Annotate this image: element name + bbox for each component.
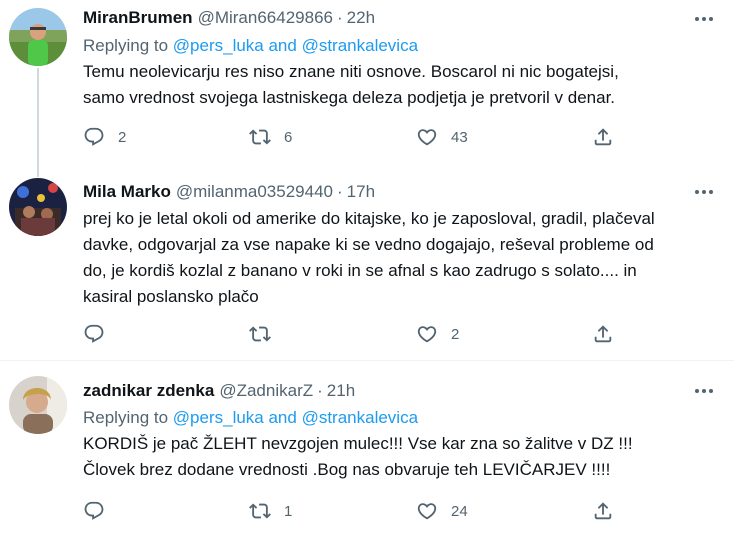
share-icon <box>592 323 614 345</box>
more-icon[interactable] <box>692 9 716 29</box>
reply-icon <box>83 323 105 345</box>
mention-link[interactable]: @strankalevica <box>302 36 418 55</box>
tweet-header: zadnikar zdenka @ZadnikarZ · 21h <box>83 380 355 402</box>
more-icon[interactable] <box>692 381 716 401</box>
like-button[interactable]: 43 <box>416 126 468 148</box>
retweet-count: 6 <box>284 128 293 146</box>
thread-line <box>37 68 39 163</box>
tweet-text-line: prej ko je letal okoli od amerike do kit… <box>83 209 655 228</box>
share-icon <box>592 500 614 522</box>
reply-icon <box>83 500 105 522</box>
replying-to-label: Replying to <box>83 408 173 427</box>
thread-line <box>37 163 39 177</box>
separator-dot: · <box>336 8 343 27</box>
retweet-icon <box>249 500 271 522</box>
like-button[interactable]: 2 <box>416 323 459 345</box>
timestamp[interactable]: 22h <box>347 7 375 29</box>
like-icon <box>416 126 438 148</box>
tweet-text: KORDIŠ je pač ŽLEHT nevzgojen mulec!!! V… <box>83 431 683 483</box>
tweet-header: MiranBrumen @Miran66429866 · 22h <box>83 7 375 29</box>
like-count: 2 <box>451 325 460 343</box>
like-count: 43 <box>451 128 468 146</box>
tweet-text-line: samo vrednost svojega lastniskega deleza… <box>83 88 616 107</box>
avatar[interactable] <box>9 178 67 236</box>
share-button[interactable] <box>592 323 614 345</box>
separator-dot: · <box>337 182 343 201</box>
tweet-text: prej ko je letal okoli od amerike do kit… <box>83 206 683 310</box>
display-name[interactable]: zadnikar zdenka <box>83 380 214 402</box>
user-handle[interactable]: @Miran66429866 <box>198 7 333 29</box>
tweet-header: Mila Marko @milanma03529440 · 17h <box>83 181 375 203</box>
mention-conjunction: and <box>263 36 302 55</box>
reply-button[interactable] <box>83 323 118 345</box>
user-handle[interactable]: @milanma03529440 <box>176 181 333 203</box>
retweet-button[interactable]: 1 <box>249 500 292 522</box>
separator-dot: · <box>317 381 323 400</box>
mention-link[interactable]: @strankalevica <box>302 408 418 427</box>
retweet-count: 1 <box>284 502 293 520</box>
retweet-icon <box>249 126 271 148</box>
action-bar: 2 6 43 <box>83 126 623 148</box>
mention-conjunction: and <box>263 408 302 427</box>
reply-count: 2 <box>118 128 127 146</box>
action-bar: 1 24 <box>83 500 623 522</box>
avatar[interactable] <box>9 376 67 434</box>
tweet[interactable]: zadnikar zdenka @ZadnikarZ · 21h Replyin… <box>0 361 734 541</box>
replying-to: Replying to @pers_luka and @strankalevic… <box>83 35 418 57</box>
timestamp[interactable]: 21h <box>327 380 355 402</box>
avatar[interactable] <box>9 8 67 66</box>
reply-button[interactable] <box>83 500 118 522</box>
reply-button[interactable]: 2 <box>83 126 126 148</box>
more-icon[interactable] <box>692 182 716 202</box>
retweet-button[interactable]: 6 <box>249 126 292 148</box>
reply-icon <box>83 126 105 148</box>
tweet-text-line: kasiral poslansko plačo <box>83 287 259 306</box>
tweet-text-line: do, je kordiš kozlal z banano v roki in … <box>83 261 637 280</box>
tweet[interactable]: Mila Marko @milanma03529440 · 17h prej k… <box>0 163 734 360</box>
share-button[interactable] <box>592 500 614 522</box>
tweet-text-line: davke, odgovarjal za vse napake ki se ve… <box>83 235 654 254</box>
retweet-icon <box>249 323 271 345</box>
share-button[interactable] <box>592 126 614 148</box>
share-icon <box>592 126 614 148</box>
action-bar: 2 <box>83 323 623 345</box>
retweet-button[interactable] <box>249 323 284 345</box>
mention-link[interactable]: @pers_luka <box>173 408 264 427</box>
user-handle[interactable]: @ZadnikarZ <box>219 380 313 402</box>
tweet[interactable]: MiranBrumen @Miran66429866 · 22h Replyin… <box>0 0 734 163</box>
tweet-text: Temu neolevicarju res niso znane niti os… <box>83 59 683 111</box>
replying-to: Replying to @pers_luka and @strankalevic… <box>83 407 418 429</box>
like-icon <box>416 323 438 345</box>
tweet-text-line: Temu neolevicarju res niso znane niti os… <box>83 62 619 81</box>
mention-link[interactable]: @pers_luka <box>173 36 264 55</box>
tweet-text-line: KORDIŠ je pač ŽLEHT nevzgojen mulec!!! V… <box>83 434 633 453</box>
replying-to-label: Replying to <box>83 36 173 55</box>
like-icon <box>416 500 438 522</box>
display-name[interactable]: Mila Marko <box>83 181 171 203</box>
display-name[interactable]: MiranBrumen <box>83 7 193 29</box>
tweet-text-line: Človek brez dodane vrednosti .Bog nas ob… <box>83 460 611 479</box>
like-button[interactable]: 24 <box>416 500 468 522</box>
timestamp[interactable]: 17h <box>347 181 375 203</box>
like-count: 24 <box>451 502 468 520</box>
